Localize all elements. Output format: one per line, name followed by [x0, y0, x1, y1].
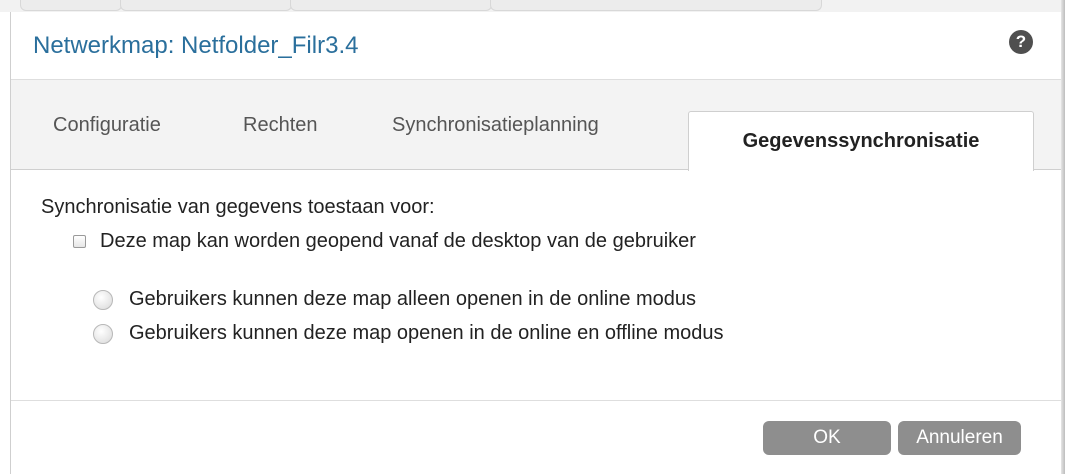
desktop-access-label: Deze map kan worden geopend vanaf de des… — [100, 230, 696, 252]
tab-gegevenssynchronisatie[interactable]: Gegevenssynchronisatie — [688, 111, 1034, 171]
online-offline-label: Gebruikers kunnen deze map openen in de … — [129, 322, 724, 344]
section-label: Synchronisatie van gegevens toestaan voo… — [41, 196, 435, 218]
tab-bar: Configuratie Rechten Synchronisatieplann… — [11, 80, 1061, 171]
background-tab — [490, 0, 822, 11]
desktop-access-checkbox-row[interactable]: Deze map kan worden geopend vanaf de des… — [73, 230, 696, 253]
window-edge — [1061, 0, 1065, 474]
ok-button[interactable]: OK — [763, 421, 891, 455]
tab-configuratie[interactable]: Configuratie — [53, 114, 161, 137]
background-tab — [120, 0, 292, 11]
background-tab — [20, 0, 122, 11]
online-only-radio[interactable] — [93, 289, 113, 310]
online-offline-radio[interactable] — [93, 323, 113, 344]
tab-rechten[interactable]: Rechten — [243, 114, 318, 137]
tab-content: Synchronisatie van gegevens toestaan voo… — [11, 170, 1061, 400]
cancel-button[interactable]: Annuleren — [898, 421, 1021, 455]
netfolder-dialog: Netwerkmap: Netfolder_Filr3.4 ? Configur… — [10, 12, 1062, 474]
tab-synchronisatieplanning[interactable]: Synchronisatieplanning — [392, 114, 599, 137]
online-offline-radio-row[interactable]: Gebruikers kunnen deze map openen in de … — [93, 322, 723, 345]
desktop-access-checkbox[interactable] — [73, 235, 86, 248]
online-only-label: Gebruikers kunnen deze map alleen openen… — [129, 288, 697, 310]
dialog-footer: OK Annuleren — [11, 400, 1061, 474]
dialog-title: Netwerkmap: Netfolder_Filr3.4 — [33, 32, 359, 59]
background-window-strip — [0, 0, 1065, 12]
background-tab — [290, 0, 492, 11]
online-only-radio-row[interactable]: Gebruikers kunnen deze map alleen openen… — [93, 288, 696, 311]
dialog-header: Netwerkmap: Netfolder_Filr3.4 ? — [11, 12, 1061, 80]
question-circle-icon[interactable]: ? — [1009, 30, 1033, 54]
